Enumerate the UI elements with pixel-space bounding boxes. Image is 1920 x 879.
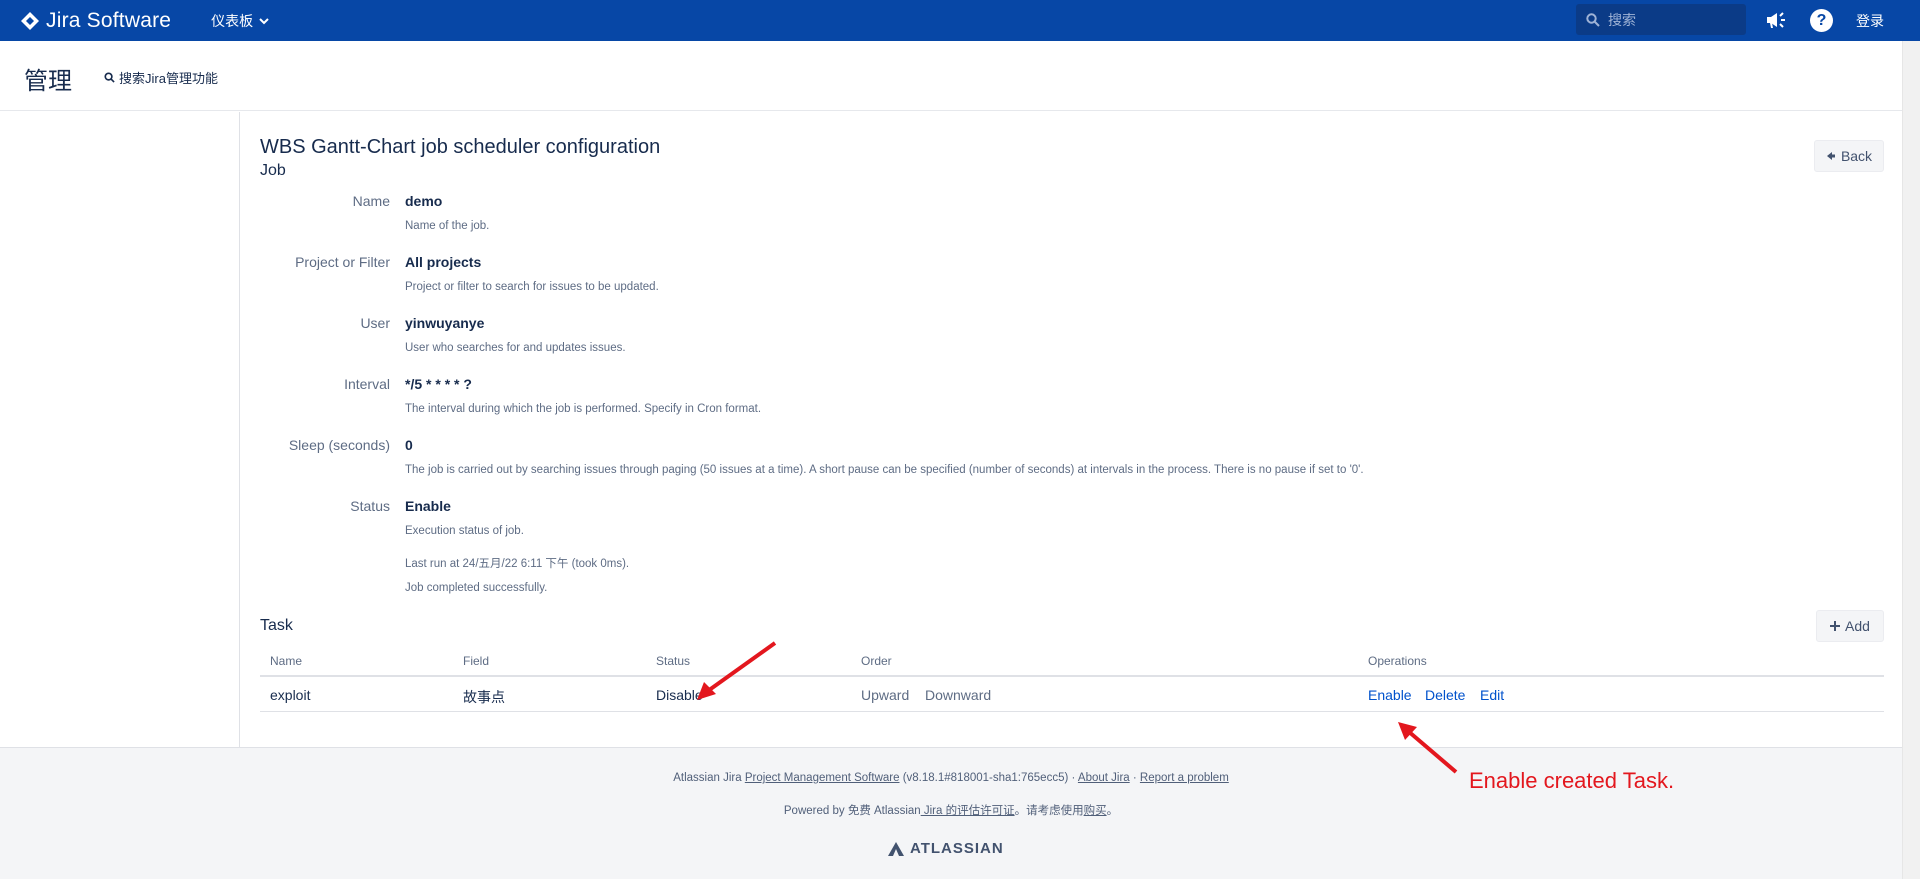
table-row-divider [260, 711, 1884, 712]
table-header-divider [260, 675, 1884, 677]
column-header-status: Status [656, 654, 691, 668]
job-result-text: Job completed successfully. [405, 582, 548, 594]
column-header-name: Name [270, 654, 303, 668]
about-jira-link[interactable]: About Jira [1078, 772, 1130, 784]
order-downward: Downward [925, 687, 992, 703]
footer-product-prefix: Atlassian Jira [673, 772, 745, 784]
admin-search-link[interactable]: 搜索Jira管理功能 [104, 68, 218, 87]
field-value: All projects [405, 254, 482, 270]
page-scrollbar[interactable] [1902, 41, 1920, 879]
plus-icon [1830, 621, 1841, 631]
jira-logo[interactable]: Jira Software [20, 9, 171, 33]
field-description: Execution status of job. [405, 525, 524, 537]
purchase-link[interactable]: 购买 [1084, 805, 1107, 817]
back-button[interactable]: Back [1814, 140, 1884, 172]
back-label: Back [1840, 148, 1873, 164]
search-icon [1586, 12, 1600, 27]
field-label: Name [352, 193, 390, 209]
add-task-button[interactable]: Add [1816, 610, 1884, 642]
annotation-arrow-status [697, 641, 777, 700]
order-upward: Upward [861, 687, 910, 703]
column-header-order: Order [861, 654, 892, 668]
admin-header: 管理 搜索Jira管理功能 [0, 41, 1902, 111]
arrow-left-icon [1826, 152, 1835, 160]
search-icon [104, 72, 115, 83]
dashboards-label: 仪表板 [211, 12, 254, 29]
report-problem-link[interactable]: Report a problem [1140, 772, 1229, 784]
atlassian-logo-text: ATLASSIAN [910, 840, 1004, 857]
task-field: 故事点 [463, 689, 505, 705]
annotation-label: Enable created Task. [1469, 768, 1675, 793]
product-name: Jira Software [46, 8, 172, 32]
footer-version: (v8.18.1#818001-sha1:765ecc5) [899, 772, 1069, 784]
field-value: Enable [405, 498, 451, 514]
field-label: Status [350, 498, 390, 514]
footer-powered-by: Powered by 免费 Atlassian [783, 805, 921, 817]
job-heading: Job [260, 162, 286, 179]
admin-sidebar [0, 112, 240, 747]
search-input[interactable] [1608, 11, 1738, 28]
dashboards-menu[interactable]: 仪表板 [211, 11, 269, 31]
admin-search-label: 搜索Jira管理功能 [119, 71, 218, 86]
field-label: Project or Filter [295, 254, 390, 270]
footer-pms-link[interactable]: Project Management Software [745, 772, 900, 784]
help-icon[interactable]: ? [1810, 9, 1833, 32]
field-value: demo [405, 193, 443, 209]
edit-task-link[interactable]: Edit [1480, 687, 1504, 703]
enable-task-link[interactable]: Enable [1368, 687, 1412, 703]
global-search[interactable] [1576, 4, 1746, 35]
field-description: The job is carried out by searching issu… [405, 464, 1364, 476]
field-label: User [360, 315, 390, 331]
field-description: Name of the job. [405, 220, 490, 232]
column-header-operations: Operations [1368, 654, 1427, 668]
field-value: */5 * * * * ? [405, 376, 472, 392]
chevron-down-icon [259, 17, 269, 24]
jira-diamond-icon [21, 11, 39, 30]
task-status: Disable [656, 687, 703, 703]
page-title: WBS Gantt-Chart job scheduler configurat… [260, 136, 661, 158]
field-value: yinwuyanye [405, 315, 485, 331]
login-link[interactable]: 登录 [1856, 11, 1884, 31]
field-label: Interval [344, 376, 390, 392]
field-description: User who searches for and updates issues… [405, 342, 626, 354]
field-description: The interval during which the job is per… [405, 403, 762, 415]
footer-license-suffix: 。 [1106, 805, 1119, 817]
last-run-text: Last run at 24/五月/22 6:11 下午 (took 0ms). [405, 558, 630, 570]
task-name: exploit [270, 687, 311, 703]
atlassian-mark-icon [888, 841, 904, 856]
field-value: 0 [405, 437, 413, 453]
add-label: Add [1845, 618, 1870, 634]
footer-license-mid: 。请考虑使用 [1014, 805, 1084, 817]
page-footer: Atlassian Jira Project Management Softwa… [0, 747, 1902, 879]
field-description: Project or filter to search for issues t… [405, 281, 659, 293]
task-heading: Task [260, 617, 293, 634]
delete-task-link[interactable]: Delete [1425, 687, 1465, 703]
footer-separator: · [1129, 772, 1140, 784]
atlassian-logo[interactable]: ATLASSIAN [888, 840, 1004, 857]
megaphone-icon[interactable] [1764, 8, 1788, 32]
column-header-field: Field [463, 654, 490, 668]
footer-license-line: Powered by 免费 Atlassian Jira 的评估许可证。请考虑使… [0, 802, 1902, 818]
field-label: Sleep (seconds) [288, 437, 390, 453]
admin-title: 管理 [24, 68, 72, 95]
evaluation-license-link[interactable]: Jira 的评估许可证 [921, 805, 1015, 817]
footer-separator: · [1068, 772, 1078, 784]
